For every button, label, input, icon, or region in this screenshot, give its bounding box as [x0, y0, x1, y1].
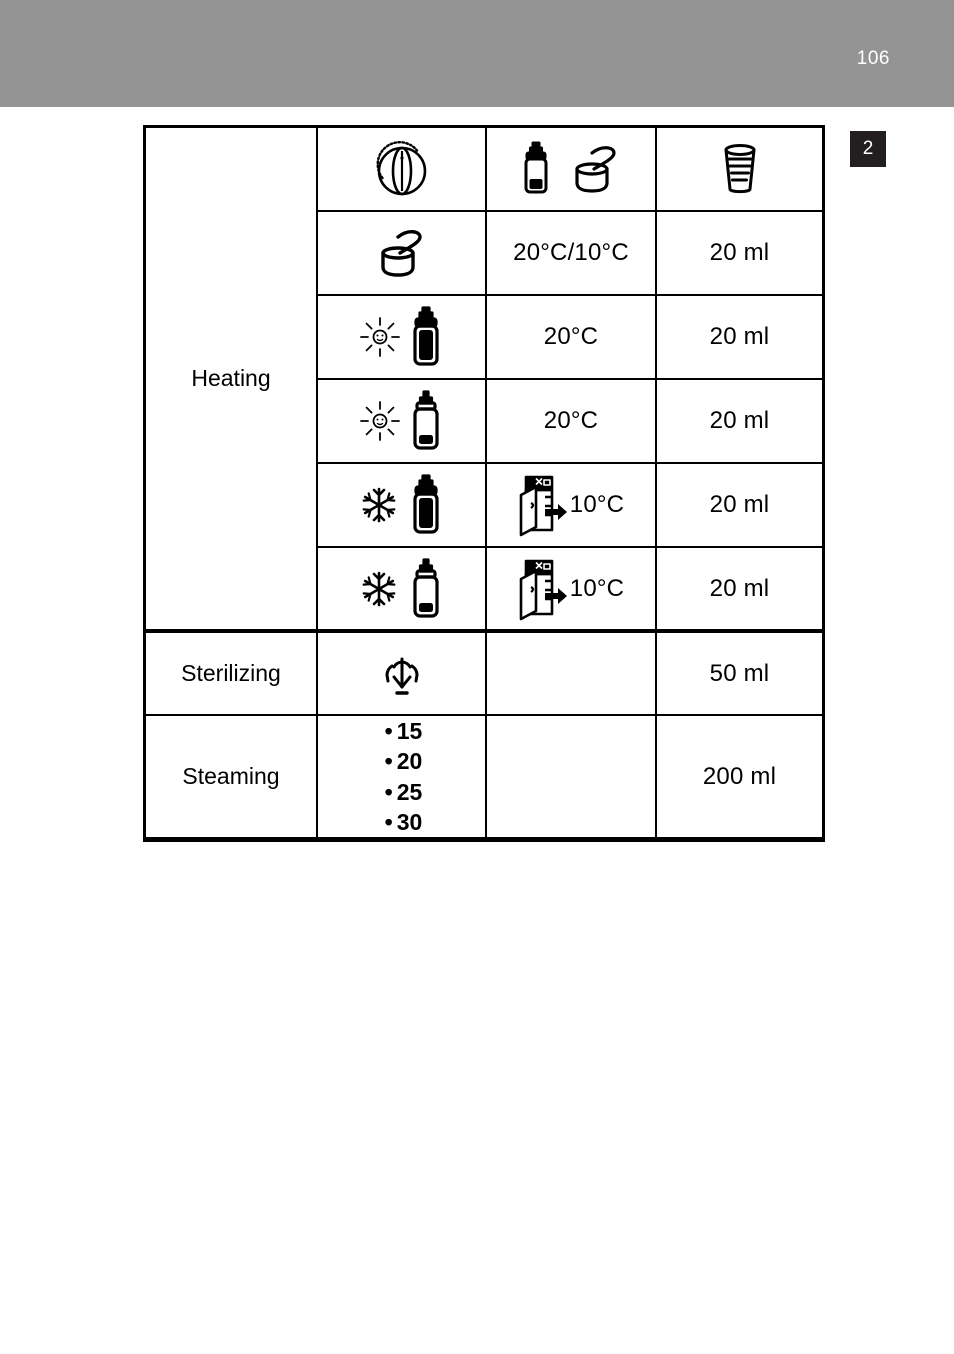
chapter-badge: 2 — [850, 131, 886, 167]
cell-setting-icon — [316, 462, 487, 548]
cell-temperature — [485, 629, 657, 716]
header-cell-water — [655, 126, 824, 212]
cell-setting-icon — [316, 294, 487, 380]
cell-water: 20 ml — [655, 294, 824, 380]
temperature-text: 10°C — [569, 574, 625, 602]
bullet-glyph: • — [384, 809, 393, 836]
full-bottle-icon — [407, 472, 445, 538]
cell-water: 20 ml — [655, 546, 824, 633]
low-bottle-icon — [407, 556, 445, 622]
food-jar-with-spoon-icon — [568, 141, 624, 197]
food-jar-with-spoon-icon — [374, 224, 430, 282]
table-header-row: Heating — [144, 126, 824, 632]
list-item: • 15 — [381, 716, 423, 746]
cell-temperature: 20°C/10°C — [485, 210, 657, 296]
cell-temperature: 20°C — [485, 378, 657, 464]
header-cell-setting — [316, 126, 487, 212]
duration-value: 25 — [396, 778, 423, 805]
cell-water: 50 ml — [655, 629, 824, 716]
bullet-glyph: • — [384, 778, 393, 805]
group-label-sterilizing: Sterilizing — [144, 629, 318, 716]
cell-temperature: 10°C — [485, 546, 657, 633]
bullet-glyph: • — [384, 718, 393, 744]
list-item: • 25 — [381, 777, 423, 807]
sun-icon — [359, 316, 401, 358]
cell-setting-icon — [316, 546, 487, 633]
cell-steaming-durations: • 15 • 20 • 25 • 30 — [316, 713, 487, 842]
refrigerator-arrow-icon — [518, 473, 568, 537]
cell-water: 20 ml — [655, 462, 824, 548]
header-cell-temperature — [485, 126, 657, 212]
page-header-band: 106 — [0, 0, 954, 107]
duration-value: 20 — [396, 748, 423, 775]
bullet-glyph: • — [384, 748, 393, 775]
cell-water: 200 ml — [655, 713, 824, 842]
measuring-cup-icon — [716, 139, 764, 199]
control-knob-icon — [371, 138, 433, 200]
cell-temperature — [485, 713, 657, 842]
refrigerator-arrow-icon — [518, 557, 568, 621]
duration-value: 15 — [396, 718, 423, 744]
sun-icon — [359, 400, 401, 442]
table-row: Steaming • 15 • 20 • 25 • 30 200 ml — [144, 713, 824, 842]
group-label-heating: Heating — [144, 126, 318, 632]
snowflake-icon — [359, 569, 399, 609]
baby-bottle-icon — [518, 138, 554, 200]
snowflake-icon — [359, 485, 399, 525]
full-bottle-icon — [407, 304, 445, 370]
cell-water: 20 ml — [655, 378, 824, 464]
temperature-text: 10°C — [569, 491, 625, 518]
cell-water: 20 ml — [655, 210, 824, 296]
cell-temperature: 20°C — [485, 294, 657, 380]
list-item: • 30 — [381, 807, 423, 837]
specification-table: Heating 20°C/10°C 20 ml 20°C 20 ml 20°C … — [143, 124, 825, 843]
steam-sterilize-icon — [373, 645, 431, 703]
cell-setting-icon — [316, 629, 487, 716]
cell-temperature: 10°C — [485, 462, 657, 548]
cell-setting-icon — [316, 210, 487, 296]
specification-table-wrapper: Heating 20°C/10°C 20 ml 20°C 20 ml 20°C … — [143, 124, 825, 843]
list-item: • 20 — [381, 746, 423, 776]
steaming-duration-list: • 15 • 20 • 25 • 30 — [381, 716, 423, 837]
duration-value: 30 — [396, 809, 423, 836]
group-label-steaming: Steaming — [144, 713, 318, 842]
low-bottle-icon — [407, 388, 445, 454]
table-row: Sterilizing 50 ml — [144, 629, 824, 716]
page-number: 106 — [856, 48, 890, 69]
cell-setting-icon — [316, 378, 487, 464]
